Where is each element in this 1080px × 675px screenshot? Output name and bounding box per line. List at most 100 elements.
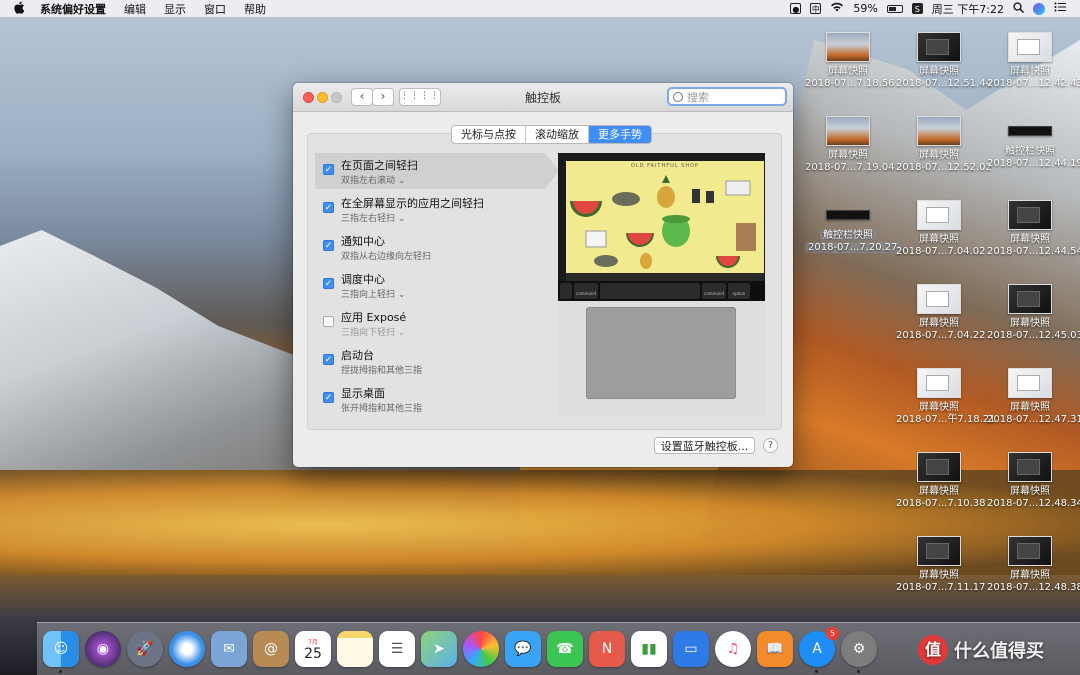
file-name-line1: 屏幕快照 bbox=[919, 486, 959, 497]
calendar-icon[interactable]: 7月 25 bbox=[295, 631, 331, 667]
sogou-icon[interactable]: S bbox=[911, 3, 923, 14]
desktop-file-2[interactable]: 屏幕快照 2018-07...12.42.43 bbox=[987, 32, 1080, 90]
gesture-description-popup[interactable]: 捏拢拇指和其他三指 bbox=[341, 363, 422, 376]
itunes-icon[interactable]: ♫ bbox=[715, 631, 751, 667]
gesture-option-4[interactable]: 应用 Exposé 三指向下轻扫 ⌄ bbox=[315, 305, 545, 341]
app-store-icon[interactable]: A 5 bbox=[799, 627, 839, 673]
file-name-line1: 屏幕快照 bbox=[919, 318, 959, 329]
desktop-file-0[interactable]: 屏幕快照 2018-07...7.18.56 bbox=[805, 32, 895, 90]
safari-icon[interactable]: ✦ bbox=[169, 631, 205, 667]
gesture-checkbox[interactable]: ✓ bbox=[323, 202, 334, 213]
apple-logo-icon[interactable] bbox=[14, 1, 28, 17]
gesture-description-popup[interactable]: 张开拇指和其他三指 bbox=[341, 401, 422, 414]
input-method-icon[interactable]: 中 bbox=[810, 3, 822, 14]
numbers-icon[interactable]: ▮▮ bbox=[631, 631, 667, 667]
file-name-line2: 2018-07...7.04.22 bbox=[896, 330, 986, 341]
desktop-file-8[interactable]: 屏幕快照 2018-07...12.44.54 bbox=[987, 200, 1080, 258]
desktop-file-label: 屏幕快照 2018-07...12.52.02 bbox=[896, 150, 992, 174]
gesture-description-popup[interactable]: 三指向下轻扫 ⌄ bbox=[341, 325, 405, 338]
keynote-icon[interactable]: ▭ bbox=[673, 631, 709, 667]
messages-icon[interactable]: 💬 bbox=[505, 631, 541, 667]
gesture-checkbox[interactable]: ✓ bbox=[323, 354, 334, 365]
setup-bluetooth-trackpad-button[interactable]: 设置蓝牙触控板... bbox=[654, 437, 755, 454]
tab-scroll-and-zoom[interactable]: 滚动缩放 bbox=[526, 126, 589, 143]
gesture-checkbox[interactable] bbox=[323, 316, 334, 327]
facetime-icon[interactable]: ☎ bbox=[547, 631, 583, 667]
desktop-file-16[interactable]: 屏幕快照 2018-07...12.48.38 bbox=[987, 536, 1080, 594]
desktop-file-6[interactable]: 触控栏快照 2018-07...7.20.27 bbox=[805, 200, 901, 254]
gesture-checkbox[interactable]: ✓ bbox=[323, 392, 334, 403]
finder-icon[interactable]: ☺ bbox=[43, 631, 79, 673]
desktop-file-11[interactable]: 屏幕快照 2018-07...午7.18.21 bbox=[896, 368, 996, 426]
gesture-option-0[interactable]: ✓ 在页面之间轻扫 双指左右滚动 ⌄ bbox=[315, 153, 559, 189]
gesture-option-1[interactable]: ✓ 在全屏幕显示的应用之间轻扫 三指左右轻扫 ⌄ bbox=[315, 191, 545, 227]
desktop-file-4[interactable]: 屏幕快照 2018-07...12.52.02 bbox=[896, 116, 992, 174]
desktop-file-label: 屏幕快照 2018-07...12.44.54 bbox=[987, 234, 1080, 258]
ibooks-icon[interactable]: 📖 bbox=[757, 631, 793, 667]
screenshot-thumbnail bbox=[917, 536, 961, 566]
tab-point-and-click[interactable]: 光标与点按 bbox=[452, 126, 526, 143]
menu-bar: 系统偏好设置 编辑 显示 窗口 帮助 ● 中 59% S 周三 下午7:22 bbox=[0, 0, 1080, 17]
menu-window[interactable]: 窗口 bbox=[204, 1, 226, 17]
news-icon[interactable]: N bbox=[589, 631, 625, 667]
spotlight-search-icon[interactable] bbox=[1013, 1, 1025, 16]
touchbar-key-command-left: command bbox=[574, 283, 598, 299]
gesture-description-popup[interactable]: 三指向上轻扫 ⌄ bbox=[341, 287, 405, 300]
desktop-file-13[interactable]: 屏幕快照 2018-07...7.10.38 bbox=[896, 452, 986, 510]
siri-icon[interactable] bbox=[1033, 2, 1045, 15]
launchpad-icon[interactable]: 🚀 bbox=[127, 631, 163, 667]
gesture-option-2[interactable]: ✓ 通知中心 双指从右边缘向左轻扫 bbox=[315, 229, 545, 265]
desktop-file-10[interactable]: 屏幕快照 2018-07...12.45.03 bbox=[987, 284, 1080, 342]
menu-help[interactable]: 帮助 bbox=[244, 1, 266, 17]
watermark-logo: 值 bbox=[918, 635, 948, 665]
menu-app-name[interactable]: 系统偏好设置 bbox=[40, 1, 106, 17]
battery-icon[interactable] bbox=[886, 4, 903, 13]
gesture-option-3[interactable]: ✓ 调度中心 三指向上轻扫 ⌄ bbox=[315, 267, 545, 303]
gesture-option-5[interactable]: ✓ 启动台 捏拢拇指和其他三指 bbox=[315, 343, 545, 379]
menu-view[interactable]: 显示 bbox=[164, 1, 186, 17]
screenshot-thumbnail bbox=[917, 32, 961, 62]
gesture-description-popup[interactable]: 双指左右滚动 ⌄ bbox=[341, 173, 405, 186]
notification-center-icon[interactable] bbox=[1054, 2, 1066, 15]
desktop-file-9[interactable]: 屏幕快照 2018-07...7.04.22 bbox=[896, 284, 986, 342]
file-name-line1: 屏幕快照 bbox=[1010, 234, 1050, 245]
gesture-preview: OLD FAITHFUL SHOP command command option bbox=[558, 153, 765, 416]
help-button[interactable]: ? bbox=[763, 438, 778, 453]
notes-icon[interactable] bbox=[337, 631, 373, 667]
menu-edit[interactable]: 编辑 bbox=[124, 1, 146, 17]
microphone-icon[interactable]: ● bbox=[790, 3, 802, 14]
gesture-description-popup[interactable]: 三指左右轻扫 ⌄ bbox=[341, 211, 405, 224]
desktop-file-15[interactable]: 屏幕快照 2018-07...7.11.17 bbox=[896, 536, 986, 594]
desktop-file-14[interactable]: 屏幕快照 2018-07...12.48.34 bbox=[987, 452, 1080, 510]
desktop-file-12[interactable]: 屏幕快照 2018-07...12.47.31 bbox=[987, 368, 1080, 426]
file-name-line2: 2018-07...7.19.04 bbox=[805, 162, 895, 173]
file-name-line2: 2018-07...7.20.27 bbox=[805, 242, 901, 253]
gesture-description-popup[interactable]: 双指从右边缘向左轻扫 bbox=[341, 249, 431, 262]
search-input[interactable]: 搜索 bbox=[667, 87, 787, 106]
file-name-line1: 屏幕快照 bbox=[1010, 486, 1050, 497]
siri-dock-icon[interactable]: ◉ bbox=[85, 631, 121, 667]
desktop-file-5[interactable]: 触控栏快照 2018-07...12.44.19 bbox=[987, 116, 1080, 170]
reminders-icon[interactable]: ☰ bbox=[379, 631, 415, 667]
tab-more-gestures[interactable]: 更多手势 bbox=[589, 126, 651, 143]
desktop-file-1[interactable]: 屏幕快照 2018-07...12.51.44 bbox=[896, 32, 992, 90]
touchbar-spacebar bbox=[600, 283, 700, 299]
clock[interactable]: 周三 下午7:22 bbox=[932, 1, 1004, 17]
maps-icon[interactable]: ➤ bbox=[421, 631, 457, 667]
desktop-file-3[interactable]: 屏幕快照 2018-07...7.19.04 bbox=[805, 116, 895, 174]
gesture-option-6[interactable]: ✓ 显示桌面 张开拇指和其他三指 bbox=[315, 381, 545, 417]
mail-icon[interactable]: ✉ bbox=[211, 631, 247, 667]
wifi-icon[interactable] bbox=[830, 2, 844, 15]
desktop-file-7[interactable]: 屏幕快照 2018-07...7.04.02 bbox=[896, 200, 986, 258]
system-preferences-icon[interactable]: ⚙ bbox=[841, 631, 877, 673]
desktop-file-label: 触控栏快照 2018-07...7.20.27 bbox=[805, 230, 901, 254]
battery-percent[interactable]: 59% bbox=[853, 2, 877, 15]
desktop-file-label: 屏幕快照 2018-07...12.42.43 bbox=[987, 66, 1080, 90]
contacts-icon[interactable]: @ bbox=[253, 631, 289, 667]
gesture-checkbox[interactable]: ✓ bbox=[323, 240, 334, 251]
gesture-title: 通知中心 bbox=[341, 235, 385, 248]
gesture-checkbox[interactable]: ✓ bbox=[323, 164, 334, 175]
gesture-checkbox[interactable]: ✓ bbox=[323, 278, 334, 289]
photos-icon[interactable] bbox=[463, 631, 499, 667]
file-name-line1: 屏幕快照 bbox=[919, 150, 959, 161]
